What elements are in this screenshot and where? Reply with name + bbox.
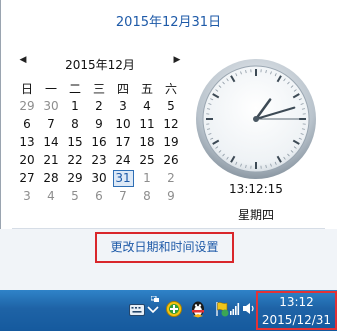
- clock-center-cap: [253, 116, 259, 122]
- calendar-week-row: 20 21 22 23 24 25 26: [15, 151, 183, 169]
- calendar-day[interactable]: 6: [15, 115, 39, 133]
- calendar-week-row: 13 14 15 16 17 18 19: [15, 133, 183, 151]
- weekday-header: 一: [44, 82, 57, 96]
- calendar-day[interactable]: 21: [39, 151, 63, 169]
- keyboard-icon[interactable]: [129, 304, 145, 316]
- calendar-day[interactable]: 13: [15, 133, 39, 151]
- add-plus-icon[interactable]: [166, 301, 182, 317]
- selected-day-label: 31: [112, 169, 134, 187]
- calendar-day[interactable]: 30: [87, 169, 111, 187]
- show-hidden-icons-arrow-icon[interactable]: [147, 306, 159, 314]
- calendar-day[interactable]: 25: [135, 151, 159, 169]
- show-hidden-icons-icon[interactable]: [151, 296, 159, 302]
- calendar-week-row: 29 30 1 2 3 4 5: [15, 97, 183, 115]
- calendar-day[interactable]: 5: [159, 97, 183, 115]
- calendar-day[interactable]: 18: [135, 133, 159, 151]
- calendar-day[interactable]: 5: [63, 187, 87, 205]
- calendar-day[interactable]: 26: [159, 151, 183, 169]
- calendar-day[interactable]: 30: [39, 97, 63, 115]
- digital-time: 13:12:15: [229, 182, 283, 196]
- calendar-day[interactable]: 29: [15, 97, 39, 115]
- calendar-day[interactable]: 29: [63, 169, 87, 187]
- calendar-day[interactable]: 24: [111, 151, 135, 169]
- calendar: ◀ 2015年12月 ▶ 日一二三四五六 29 30 1 2 3 4 5 6 7 8 9 10 11 12…: [15, 54, 185, 205]
- clock-flyout: 2015年12月31日 ◀ 2015年12月 ▶ 日一二三四五六 29 30 1 2 3…: [0, 0, 337, 290]
- weekday-header: 三: [92, 82, 105, 96]
- calendar-week-row: 27 28 29 30 31 1 2: [15, 169, 183, 187]
- calendar-day[interactable]: 12: [159, 115, 183, 133]
- full-date-link[interactable]: 2015年12月31日: [0, 11, 337, 30]
- weekday-header: 二: [68, 82, 81, 96]
- weekday-header: 六: [164, 82, 177, 96]
- month-label[interactable]: 2015年12月: [15, 56, 185, 73]
- calendar-header: ◀ 2015年12月 ▶: [15, 54, 185, 74]
- calendar-day[interactable]: 10: [111, 115, 135, 133]
- calendar-day[interactable]: 19: [159, 133, 183, 151]
- network-signal-icon[interactable]: [230, 301, 240, 315]
- weekday-header: 五: [140, 82, 153, 96]
- calendar-day[interactable]: 7: [39, 115, 63, 133]
- calendar-day[interactable]: 2: [159, 169, 183, 187]
- calendar-day[interactable]: 23: [87, 151, 111, 169]
- calendar-day[interactable]: 4: [135, 97, 159, 115]
- calendar-day[interactable]: 22: [63, 151, 87, 169]
- calendar-day[interactable]: 16: [87, 133, 111, 151]
- calendar-day[interactable]: 9: [159, 187, 183, 205]
- taskbar-date: 2015/12/31: [261, 313, 332, 327]
- calendar-day[interactable]: 14: [39, 133, 63, 151]
- calendar-day[interactable]: 3: [15, 187, 39, 205]
- taskbar-time: 13:12: [279, 295, 314, 309]
- qq-penguin-icon[interactable]: [190, 300, 206, 318]
- calendar-day[interactable]: 27: [15, 169, 39, 187]
- calendar-day[interactable]: 8: [135, 187, 159, 205]
- next-month-icon[interactable]: ▶: [170, 55, 184, 65]
- volume-speaker-icon[interactable]: [242, 302, 256, 315]
- calendar-day[interactable]: 1: [63, 97, 87, 115]
- calendar-day[interactable]: 20: [15, 151, 39, 169]
- calendar-day[interactable]: 15: [63, 133, 87, 151]
- analog-clock: [196, 59, 316, 179]
- calendar-grid: 日一二三四五六 29 30 1 2 3 4 5 6 7 8 9 10 11 12 13 14 15 16 17 18 1…: [15, 80, 183, 205]
- calendar-week-row: 3456789: [15, 187, 183, 205]
- calendar-day[interactable]: 9: [87, 115, 111, 133]
- calendar-day[interactable]: 7: [111, 187, 135, 205]
- weekday-header: 四: [116, 82, 129, 96]
- calendar-day[interactable]: 28: [39, 169, 63, 187]
- weekday-header: 日: [20, 82, 33, 96]
- calendar-day[interactable]: 11: [135, 115, 159, 133]
- calendar-day[interactable]: 4: [39, 187, 63, 205]
- calendar-day[interactable]: 6: [87, 187, 111, 205]
- calendar-day[interactable]: 17: [111, 133, 135, 151]
- calendar-week-row: 6 7 8 9 10 11 12: [15, 115, 183, 133]
- calendar-day-selected[interactable]: 31: [111, 169, 135, 187]
- weekday-label: 星期四: [237, 208, 274, 222]
- calendar-day[interactable]: 8: [63, 115, 87, 133]
- calendar-day[interactable]: 3: [111, 97, 135, 115]
- action-center-flag-icon[interactable]: [214, 301, 230, 317]
- calendar-day[interactable]: 1: [135, 169, 159, 187]
- weekday-header-row: 日一二三四五六: [15, 80, 183, 97]
- change-date-time-settings-link[interactable]: 更改日期和时间设置: [95, 232, 234, 263]
- calendar-day[interactable]: 2: [87, 97, 111, 115]
